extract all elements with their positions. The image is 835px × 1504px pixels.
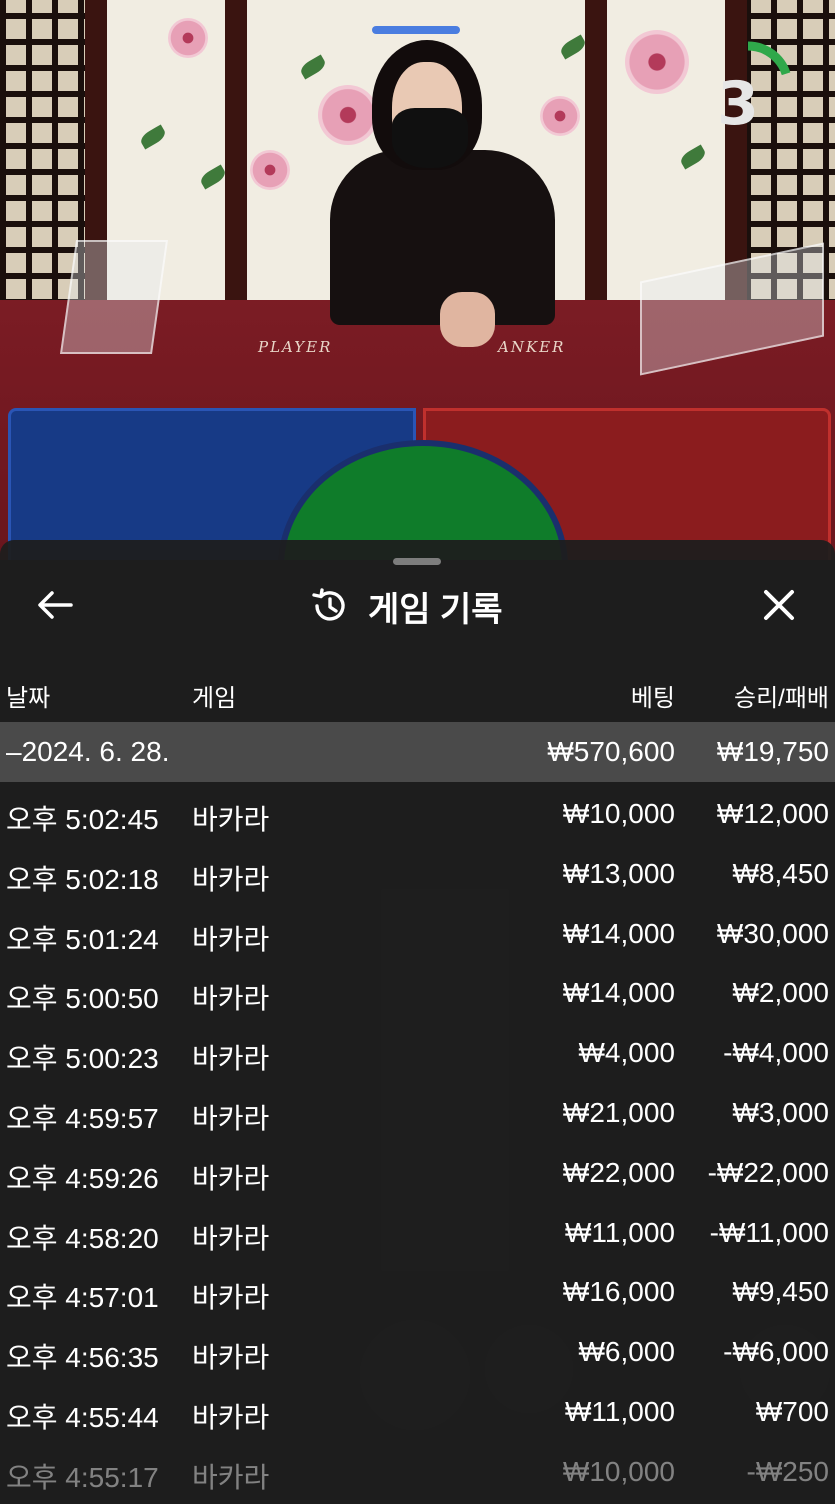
table-row[interactable]: 오후 4:55:17 바카라 ₩10,000 -₩250	[0, 1444, 835, 1504]
row-bet: ₩21,000	[562, 1096, 675, 1128]
dealer-hands	[440, 292, 495, 347]
row-game: 바카라	[192, 1102, 270, 1134]
row-result: ₩700	[755, 1395, 829, 1427]
table-row[interactable]: 오후 5:00:50 바카라 ₩14,000 ₩2,000	[0, 965, 835, 1025]
row-bet: ₩10,000	[562, 1455, 675, 1487]
row-result: ₩12,000	[716, 798, 829, 829]
row-result: ₩9,450	[732, 1276, 830, 1308]
flower-decoration	[540, 96, 580, 136]
live-video-feed: PLAYER ANKER 3	[0, 0, 835, 560]
row-bet: ₩13,000	[562, 857, 675, 889]
row-bet: ₩14,000	[562, 977, 675, 1009]
row-bet: ₩22,000	[562, 1156, 675, 1188]
row-time: 오후 5:00:23	[6, 1043, 159, 1075]
row-game: 바카라	[192, 804, 270, 835]
row-game: 바카라	[192, 1342, 270, 1374]
dealer-mask	[392, 108, 468, 168]
row-game: 바카라	[192, 1162, 270, 1194]
screen-pillar	[225, 0, 247, 300]
row-bet: ₩10,000	[562, 798, 675, 829]
flower-decoration	[625, 30, 689, 94]
row-game: 바카라	[192, 983, 270, 1015]
back-arrow-icon	[38, 591, 73, 619]
countdown-number: 3	[717, 69, 759, 139]
row-result: -₩22,000	[707, 1156, 829, 1188]
table-row[interactable]: 오후 5:00:23 바카라 ₩4,000 -₩4,000	[0, 1025, 835, 1085]
row-bet: ₩16,000	[562, 1276, 675, 1308]
card-shoe	[59, 240, 169, 354]
table-player-label: PLAYER	[258, 338, 333, 356]
row-time: 오후 5:00:50	[6, 983, 159, 1015]
row-time: 오후 5:02:18	[6, 863, 159, 895]
column-header-game: 게임	[192, 685, 237, 712]
row-result: -₩11,000	[709, 1216, 829, 1248]
row-bet: ₩6,000	[578, 1336, 676, 1368]
close-icon	[764, 590, 794, 620]
video-indicator-bar	[372, 26, 460, 34]
row-result: -₩250	[746, 1455, 829, 1487]
column-header-bet: 베팅	[630, 685, 675, 712]
sheet-header: 게임 기록	[310, 578, 570, 634]
back-button[interactable]	[30, 580, 80, 630]
flower-decoration	[250, 150, 290, 190]
row-bet: ₩11,000	[565, 1216, 675, 1248]
table-banker-label: ANKER	[498, 338, 566, 356]
date-group-label: –2024. 6. 28.	[6, 736, 170, 767]
table-row[interactable]: 오후 5:02:18 바카라 ₩13,000 ₩8,450	[0, 846, 835, 906]
table-row[interactable]: 오후 4:56:35 바카라 ₩6,000 -₩6,000	[0, 1324, 835, 1384]
date-group-result-total: ₩19,750	[716, 736, 829, 767]
date-group-bet-total: ₩570,600	[547, 736, 675, 767]
table-row[interactable]: 오후 4:59:57 바카라 ₩21,000 ₩3,000	[0, 1085, 835, 1145]
table-row[interactable]: 오후 5:01:24 바카라 ₩14,000 ₩30,000	[0, 906, 835, 966]
row-result: -₩4,000	[723, 1037, 829, 1069]
history-icon	[312, 588, 345, 621]
row-time: 오후 4:59:57	[6, 1102, 159, 1134]
column-header-result: 승리/패배	[734, 685, 829, 712]
row-game: 바카라	[192, 923, 270, 955]
row-result: ₩30,000	[716, 917, 829, 949]
row-game: 바카라	[192, 1282, 270, 1314]
row-result: ₩8,450	[732, 857, 830, 889]
row-game: 바카라	[192, 1043, 270, 1075]
row-bet: ₩4,000	[578, 1037, 676, 1069]
screen-pillar	[585, 0, 607, 300]
row-game: 바카라	[192, 863, 270, 895]
row-time: 오후 4:58:20	[6, 1222, 159, 1254]
flower-decoration	[318, 85, 378, 145]
row-bet: ₩14,000	[562, 917, 675, 949]
row-time: 오후 4:57:01	[6, 1282, 159, 1314]
row-time: 오후 4:59:26	[6, 1162, 159, 1194]
row-time: 오후 5:02:45	[6, 804, 159, 835]
table-row[interactable]: 오후 4:58:20 바카라 ₩11,000 -₩11,000	[0, 1205, 835, 1265]
history-list: 오후 5:02:45 바카라 ₩10,000 ₩12,000 오후 5:02:18 바카라…	[0, 786, 835, 1504]
table-row[interactable]: 오후 5:02:45 바카라 ₩10,000 ₩12,000	[0, 786, 835, 846]
sheet-title: 게임 기록	[368, 590, 503, 629]
row-time: 오후 4:56:35	[6, 1342, 159, 1374]
close-button[interactable]	[752, 580, 806, 630]
dealer-body	[330, 150, 555, 325]
sheet-drag-handle[interactable]	[393, 558, 441, 565]
row-time: 오후 4:55:17	[6, 1461, 159, 1493]
row-game: 바카라	[192, 1461, 270, 1493]
game-history-sheet: 게임 기록 날짜 게임 베팅 승리/패배 –2024. 6. 28. ₩570,…	[0, 540, 835, 1504]
table-row[interactable]: 오후 4:57:01 바카라 ₩16,000 ₩9,450	[0, 1264, 835, 1324]
flower-decoration	[168, 18, 208, 58]
row-game: 바카라	[192, 1401, 270, 1433]
row-game: 바카라	[192, 1222, 270, 1254]
history-table-header: 날짜 게임 베팅 승리/패배	[0, 668, 835, 722]
row-result: ₩2,000	[732, 977, 830, 1009]
table-row[interactable]: 오후 4:59:26 바카라 ₩22,000 -₩22,000	[0, 1145, 835, 1205]
row-time: 오후 5:01:24	[6, 923, 159, 955]
column-header-date: 날짜	[6, 685, 51, 712]
row-result: -₩6,000	[723, 1336, 829, 1368]
row-result: ₩3,000	[732, 1096, 830, 1128]
date-group-row[interactable]: –2024. 6. 28. ₩570,600 ₩19,750	[0, 722, 835, 782]
row-time: 오후 4:55:44	[6, 1401, 159, 1433]
table-row[interactable]: 오후 4:55:44 바카라 ₩11,000 ₩700	[0, 1384, 835, 1444]
row-bet: ₩11,000	[565, 1395, 675, 1427]
